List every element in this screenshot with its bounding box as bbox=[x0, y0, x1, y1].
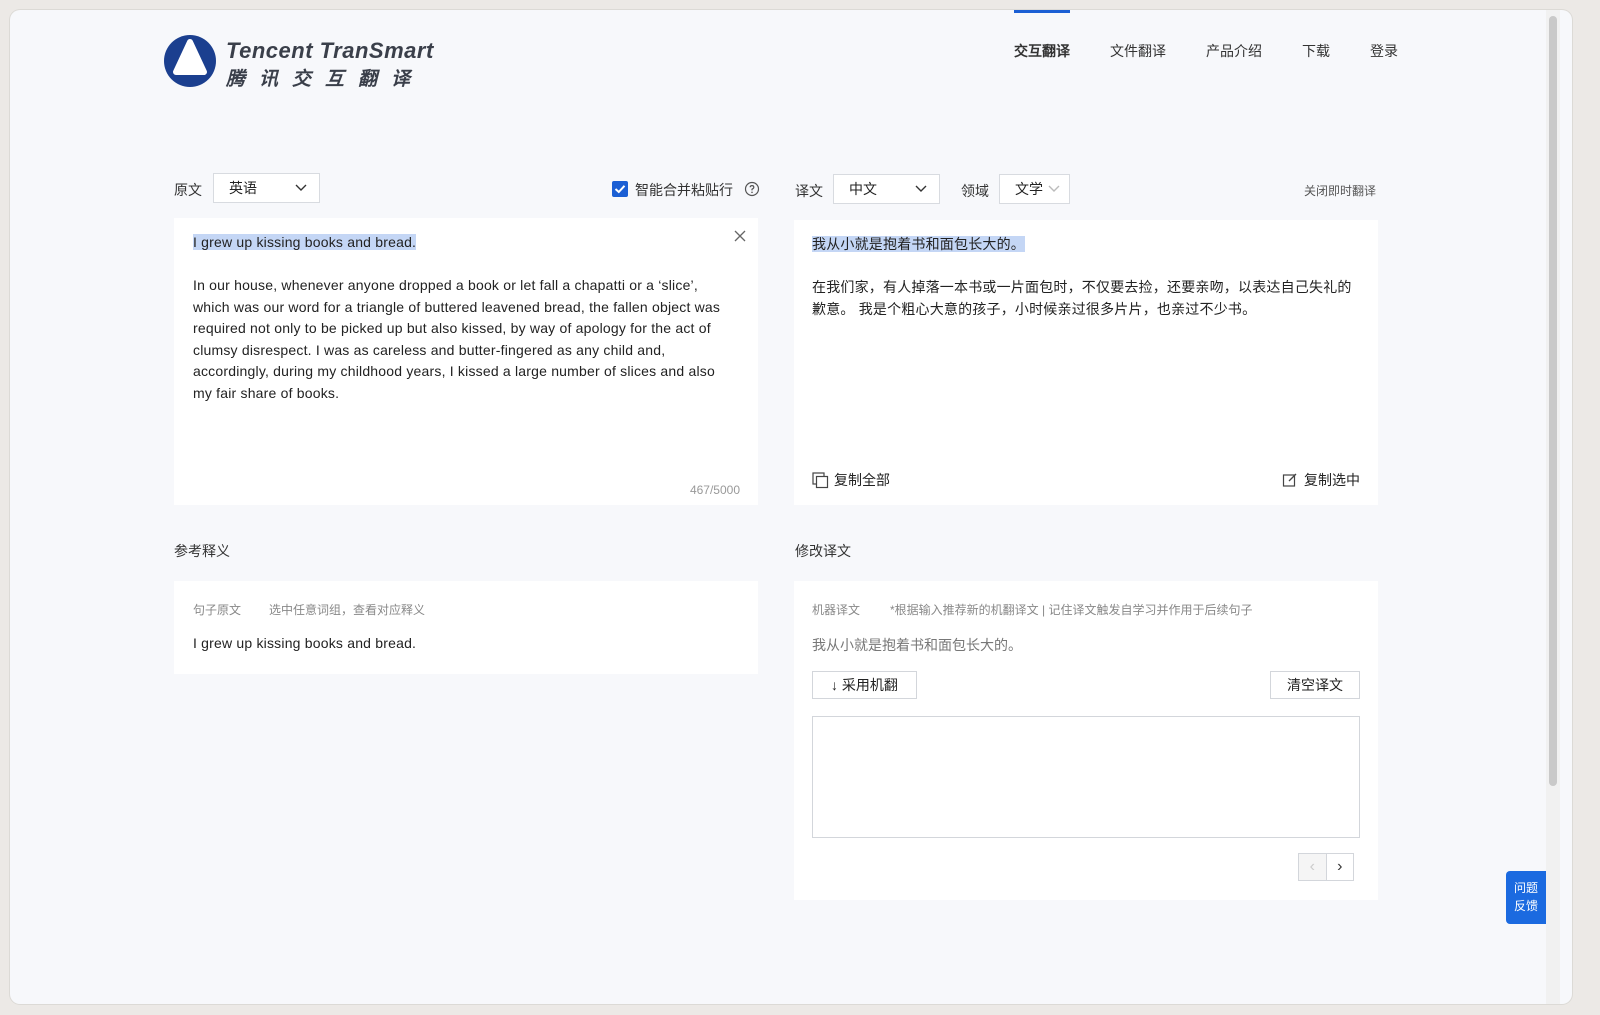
scrollbar-thumb[interactable] bbox=[1549, 16, 1557, 786]
smart-merge-label: 智能合并粘贴行 bbox=[635, 182, 733, 198]
scrollbar[interactable] bbox=[1546, 10, 1560, 1004]
feedback-button[interactable]: 问题 反馈 bbox=[1506, 871, 1546, 924]
nav-download[interactable]: 下载 bbox=[1302, 10, 1330, 100]
help-icon[interactable] bbox=[744, 181, 760, 197]
reference-col-sentence: 句子原文 bbox=[193, 603, 242, 617]
reference-panel: 句子原文 选中任意词组，查看对应释义 I grew up kissing boo… bbox=[174, 581, 758, 674]
source-language-value: 英语 bbox=[229, 180, 257, 196]
logo-text-en: Tencent TranSmart bbox=[226, 38, 434, 63]
target-highlighted-sentence: 我从小就是抱着书和面包长大的。 bbox=[812, 236, 1025, 252]
source-highlighted-sentence: I grew up kissing books and bread. bbox=[193, 234, 417, 250]
pager: ‹ › bbox=[1298, 853, 1354, 881]
source-label: 原文 bbox=[174, 182, 202, 198]
target-language-select[interactable]: 中文 bbox=[833, 174, 940, 204]
target-paragraph: 在我们家，有人掉落一本书或一片面包时，不仅要去捡，还要亲吻，以表达自己失礼的歉意… bbox=[812, 279, 1352, 317]
logo-text-cn: 腾讯交互翻译 bbox=[226, 69, 425, 90]
edit-icon bbox=[1282, 473, 1297, 487]
logo[interactable]: Tencent TranSmart 腾讯交互翻译 bbox=[162, 22, 442, 92]
chevron-down-icon bbox=[915, 185, 927, 192]
top-nav: 交互翻译 文件翻译 产品介绍 下载 登录 bbox=[974, 10, 1398, 100]
machine-hint: *根据输入推荐新的机翻译文 | 记住译文触发自学习并作用于后续句子 bbox=[890, 603, 1253, 617]
copy-all-label: 复制全部 bbox=[834, 472, 890, 488]
source-language-select[interactable]: 英语 bbox=[213, 173, 320, 203]
copy-selected-label: 复制选中 bbox=[1304, 472, 1360, 488]
source-panel: I grew up kissing books and bread. In ou… bbox=[174, 218, 758, 505]
target-label: 译文 bbox=[795, 183, 823, 199]
feedback-line1: 问题 bbox=[1513, 881, 1538, 895]
domain-value: 文学 bbox=[1015, 181, 1043, 197]
check-icon bbox=[614, 185, 626, 194]
feedback-line2: 反馈 bbox=[1513, 899, 1538, 913]
prev-page-button[interactable]: ‹ bbox=[1299, 854, 1327, 880]
domain-label: 领域 bbox=[961, 183, 989, 199]
adopt-machine-button[interactable]: ↓ 采用机翻 bbox=[812, 671, 917, 699]
machine-label: 机器译文 bbox=[812, 603, 861, 617]
machine-translation-text: 我从小就是抱着书和面包长大的。 bbox=[812, 637, 1022, 653]
copy-selected-button[interactable]: 复制选中 bbox=[1282, 470, 1360, 490]
browser-window: Tencent TranSmart 腾讯交互翻译 交互翻译 文件翻译 产品介绍 … bbox=[10, 10, 1572, 1004]
copy-icon bbox=[812, 471, 829, 488]
char-count: 467/5000 bbox=[689, 483, 740, 497]
close-icon[interactable] bbox=[734, 230, 746, 242]
target-panel: 我从小就是抱着书和面包长大的。 在我们家，有人掉落一本书或一片面包时，不仅要去捡… bbox=[794, 220, 1378, 505]
nav-interactive-translate[interactable]: 交互翻译 bbox=[1014, 10, 1070, 100]
source-paragraph: In our house, whenever anyone dropped a … bbox=[193, 277, 721, 401]
tencent-logo-icon bbox=[164, 35, 216, 87]
reference-col-hint: 选中任意词组，查看对应释义 bbox=[269, 603, 426, 617]
nav-product-intro[interactable]: 产品介绍 bbox=[1206, 10, 1262, 100]
chevron-down-icon bbox=[1048, 185, 1060, 192]
reference-title: 参考释义 bbox=[174, 543, 230, 559]
nav-login[interactable]: 登录 bbox=[1370, 10, 1398, 100]
next-page-button[interactable]: › bbox=[1327, 854, 1354, 880]
reference-sentence[interactable]: I grew up kissing books and bread. bbox=[193, 635, 416, 651]
copy-all-button[interactable]: 复制全部 bbox=[812, 470, 890, 490]
source-textarea[interactable]: I grew up kissing books and bread. In ou… bbox=[193, 232, 738, 426]
domain-select[interactable]: 文学 bbox=[999, 174, 1070, 204]
target-language-value: 中文 bbox=[849, 181, 877, 197]
chevron-down-icon bbox=[295, 184, 307, 191]
revise-title: 修改译文 bbox=[795, 543, 851, 559]
revise-edit-textarea[interactable] bbox=[812, 716, 1360, 838]
target-output: 我从小就是抱着书和面包长大的。 在我们家，有人掉落一本书或一片面包时，不仅要去捡… bbox=[812, 234, 1360, 342]
clear-translation-button[interactable]: 清空译文 bbox=[1270, 671, 1360, 699]
toggle-instant-translate[interactable]: 关闭即时翻译 bbox=[1304, 182, 1376, 199]
nav-file-translate[interactable]: 文件翻译 bbox=[1110, 10, 1166, 100]
revise-panel: 机器译文 *根据输入推荐新的机翻译文 | 记住译文触发自学习并作用于后续句子 我… bbox=[794, 581, 1378, 900]
smart-merge-checkbox[interactable] bbox=[612, 181, 628, 197]
